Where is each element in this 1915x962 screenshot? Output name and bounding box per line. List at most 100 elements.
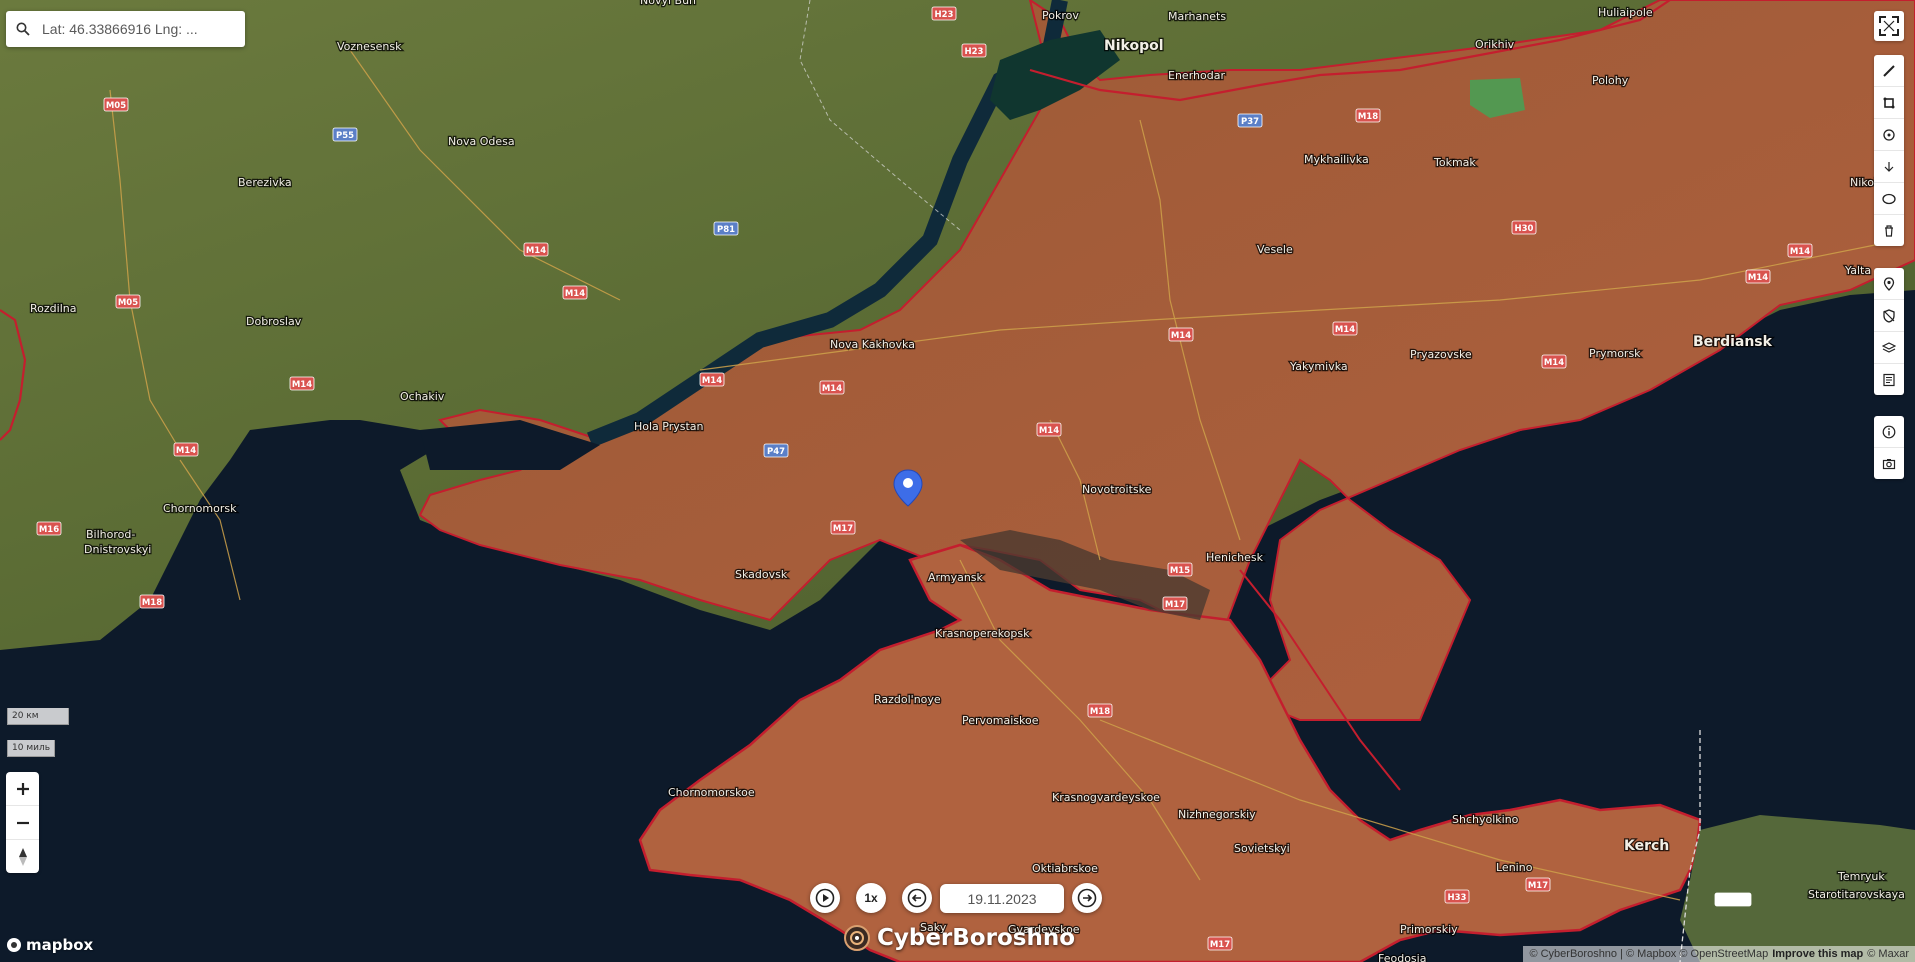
maxar-attribution[interactable]: © Maxar	[1867, 946, 1909, 962]
search-bar[interactable]	[6, 11, 245, 47]
road-shield-label: H23	[935, 10, 954, 20]
road-shield: M16	[36, 521, 62, 536]
draw-polygon-button[interactable]	[1874, 87, 1904, 119]
map-canvas[interactable]: H23 H23 M05 P55 P37 M18 P81 M14 M14 H30 M14 M14 M05 M…	[0, 0, 1915, 962]
road-shield: P47	[763, 443, 789, 458]
improve-map-link[interactable]: Improve this map	[1772, 946, 1863, 962]
city-label: Novotroitske	[1082, 483, 1152, 496]
attribution-bar: © CyberBoroshno | © Mapbox © OpenStreetM…	[1523, 946, 1915, 962]
road-shield: M18	[1087, 703, 1113, 718]
road-shield-label: M17	[1210, 940, 1230, 950]
road-shield: M05	[103, 97, 129, 112]
arrow-right-icon	[1077, 888, 1097, 908]
draw-line-button[interactable]	[1874, 55, 1904, 87]
road-shield-label: M14	[1171, 331, 1191, 341]
road-shield-label: P47	[767, 447, 785, 457]
road-shield: P37	[1237, 113, 1263, 128]
draw-toolbar	[1874, 55, 1904, 246]
road-shield: P81	[713, 221, 739, 236]
road-shield: M14	[523, 242, 549, 257]
city-label: Chornomorskoe	[668, 786, 755, 799]
road-shield: M14	[1332, 321, 1358, 336]
road-shield-label: P55	[336, 131, 354, 141]
mapbox-logo[interactable]: mapbox	[6, 936, 93, 954]
road-shield: M18	[139, 594, 165, 609]
city-label: Vesele	[1257, 243, 1293, 256]
mapbox-icon	[7, 938, 21, 952]
road-shield: M05	[115, 294, 141, 309]
road-shield: A-291	[1714, 892, 1752, 907]
city-label: Krasnogvardeyskoe	[1052, 791, 1160, 804]
city-label: Pokrov	[1042, 9, 1079, 22]
city-label: Novyi Buh	[640, 0, 696, 7]
road-shield: H23	[931, 6, 957, 21]
trash-button[interactable]	[1874, 215, 1904, 246]
city-label: Pryazovske	[1410, 348, 1472, 361]
city-label: Chornomorsk	[163, 502, 237, 515]
city-label: Mykhailivka	[1304, 153, 1369, 166]
road-shield: M17	[830, 520, 856, 535]
zoom-out-button[interactable]	[6, 806, 39, 840]
road-shield-label: H23	[965, 47, 984, 57]
previous-day-button[interactable]	[902, 883, 932, 913]
road-shield-label: M17	[1528, 881, 1548, 891]
city-label: Hola Prystan	[634, 420, 704, 433]
info-toolbar	[1874, 416, 1904, 479]
location-button[interactable]	[1874, 268, 1904, 300]
play-icon	[815, 888, 835, 908]
zoom-in-button[interactable]	[6, 772, 39, 806]
date-input[interactable]: 19.11.2023	[940, 884, 1064, 913]
city-label: Dnistrovskyi	[84, 543, 151, 556]
city-label: Temryuk	[1837, 870, 1885, 883]
road-shield: M14	[1168, 327, 1194, 342]
draw-point-button[interactable]	[1874, 119, 1904, 151]
download-button[interactable]	[1874, 151, 1904, 183]
road-shield-label: P81	[717, 225, 735, 235]
play-button[interactable]	[810, 883, 840, 913]
road-shield: P55	[332, 127, 358, 142]
city-label: Tokmak	[1433, 156, 1476, 169]
road-shield-label: M18	[142, 598, 162, 608]
info-icon	[1882, 425, 1896, 438]
road-shield: M15	[1167, 562, 1193, 577]
fullscreen-button[interactable]	[1874, 11, 1904, 41]
screenshot-button[interactable]	[1874, 448, 1904, 479]
next-day-button[interactable]	[1072, 883, 1102, 913]
scale-bar-metric: 20 км	[7, 708, 69, 725]
fullscreen-icon	[1879, 16, 1899, 36]
attribution-text[interactable]: © CyberBoroshno | © Mapbox © OpenStreetM…	[1529, 946, 1768, 962]
road-shield: M14	[1036, 422, 1062, 437]
layers-button[interactable]	[1874, 332, 1904, 364]
brand-name: CyberBoroshno	[877, 925, 1075, 951]
screenshot-icon	[1882, 458, 1896, 469]
road-shield-label: M14	[176, 446, 196, 456]
city-label: Shchyolkino	[1452, 813, 1519, 826]
shield-icon	[1883, 308, 1895, 323]
draw-circle-icon	[1882, 193, 1896, 204]
minus-icon	[16, 821, 29, 824]
shield-button[interactable]	[1874, 300, 1904, 332]
road-shield-label: M15	[1170, 566, 1190, 576]
draw-circle-button[interactable]	[1874, 183, 1904, 215]
search-input[interactable]	[40, 20, 239, 38]
city-label: Enerhodar	[1168, 69, 1225, 82]
compass-button[interactable]	[6, 840, 39, 873]
notes-button[interactable]	[1874, 364, 1904, 395]
road-shield: H30	[1511, 220, 1537, 235]
road-shield-label: M14	[1544, 358, 1564, 368]
draw-point-icon	[1883, 128, 1895, 141]
road-shield-label: M05	[106, 101, 126, 111]
city-label: Lenino	[1496, 861, 1533, 874]
road-shield: M18	[1355, 108, 1381, 123]
download-icon	[1884, 161, 1894, 172]
city-label: Yakymivka	[1289, 360, 1348, 373]
city-label: Oktiabrskoe	[1032, 862, 1098, 875]
arrow-left-icon	[907, 888, 927, 908]
road-shield-label: A-291	[1719, 896, 1747, 906]
city-label: Skadovsk	[735, 568, 788, 581]
road-shield-label: M18	[1090, 707, 1110, 717]
road-shield-label: M14	[565, 289, 585, 299]
road-shield: H23	[961, 43, 987, 58]
info-button[interactable]	[1874, 416, 1904, 448]
speed-button[interactable]: 1x	[856, 883, 886, 913]
